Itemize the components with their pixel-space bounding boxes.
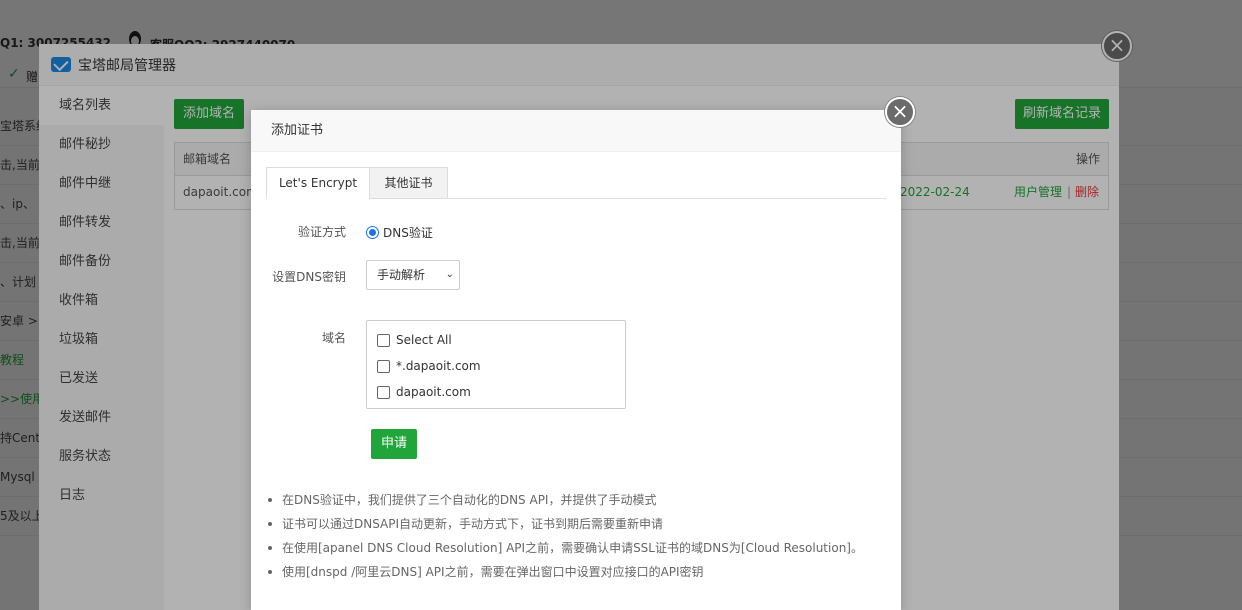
- radio-selected-icon[interactable]: [366, 226, 379, 239]
- checkbox[interactable]: [377, 359, 390, 373]
- checkbox[interactable]: [377, 385, 390, 399]
- list-item: 使用[dnspd /阿里云DNS] API之前，需要在弹出窗口中设置对应接口的A…: [266, 560, 886, 584]
- domain-option-select-all[interactable]: Select All: [377, 327, 615, 353]
- domain-option-wildcard[interactable]: *.dapaoit.com: [377, 353, 615, 379]
- checkbox[interactable]: [377, 333, 390, 347]
- tab-lets-encrypt[interactable]: Let's Encrypt: [266, 167, 370, 199]
- help-notes: 在DNS验证中，我们提供了三个自动化的DNS API，并提供了手动模式 证书可以…: [266, 488, 886, 584]
- add-certificate-dialog: 添加证书 Let's Encrypt 其他证书 验证方式 DNS验证 设置DNS…: [251, 110, 901, 610]
- domain-option-label: *.dapaoit.com: [396, 359, 481, 373]
- verify-method-label: 验证方式: [297, 225, 346, 239]
- apply-button[interactable]: 申请: [371, 429, 417, 459]
- list-item: 在使用[apanel DNS Cloud Resolution] API之前，需…: [266, 536, 886, 560]
- list-item: 证书可以通过DNSAPI自动更新，手动方式下，证书到期后需要重新申请: [266, 512, 886, 536]
- list-item: 在DNS验证中，我们提供了三个自动化的DNS API，并提供了手动模式: [266, 488, 886, 512]
- domain-label: 域名: [321, 331, 346, 345]
- dns-verify-radio[interactable]: DNS验证: [366, 224, 433, 241]
- tab-other-certificate[interactable]: 其他证书: [369, 167, 448, 199]
- close-icon[interactable]: ×: [885, 97, 915, 127]
- certificate-tabs: Let's Encrypt 其他证书: [266, 167, 886, 199]
- dns-key-select[interactable]: 手动解析 ⌄: [366, 260, 460, 290]
- dns-key-label: 设置DNS密钥: [272, 270, 346, 284]
- domain-checklist: Select All *.dapaoit.com dapaoit.com: [366, 320, 626, 409]
- dns-key-value: 手动解析: [377, 268, 426, 282]
- domain-option-label: Select All: [396, 333, 452, 347]
- chevron-down-icon: ⌄: [445, 269, 454, 280]
- domain-option-root[interactable]: dapaoit.com: [377, 379, 615, 405]
- domain-option-label: dapaoit.com: [396, 385, 471, 399]
- dialog-title: 添加证书: [251, 110, 901, 152]
- dns-verify-label: DNS验证: [383, 226, 433, 240]
